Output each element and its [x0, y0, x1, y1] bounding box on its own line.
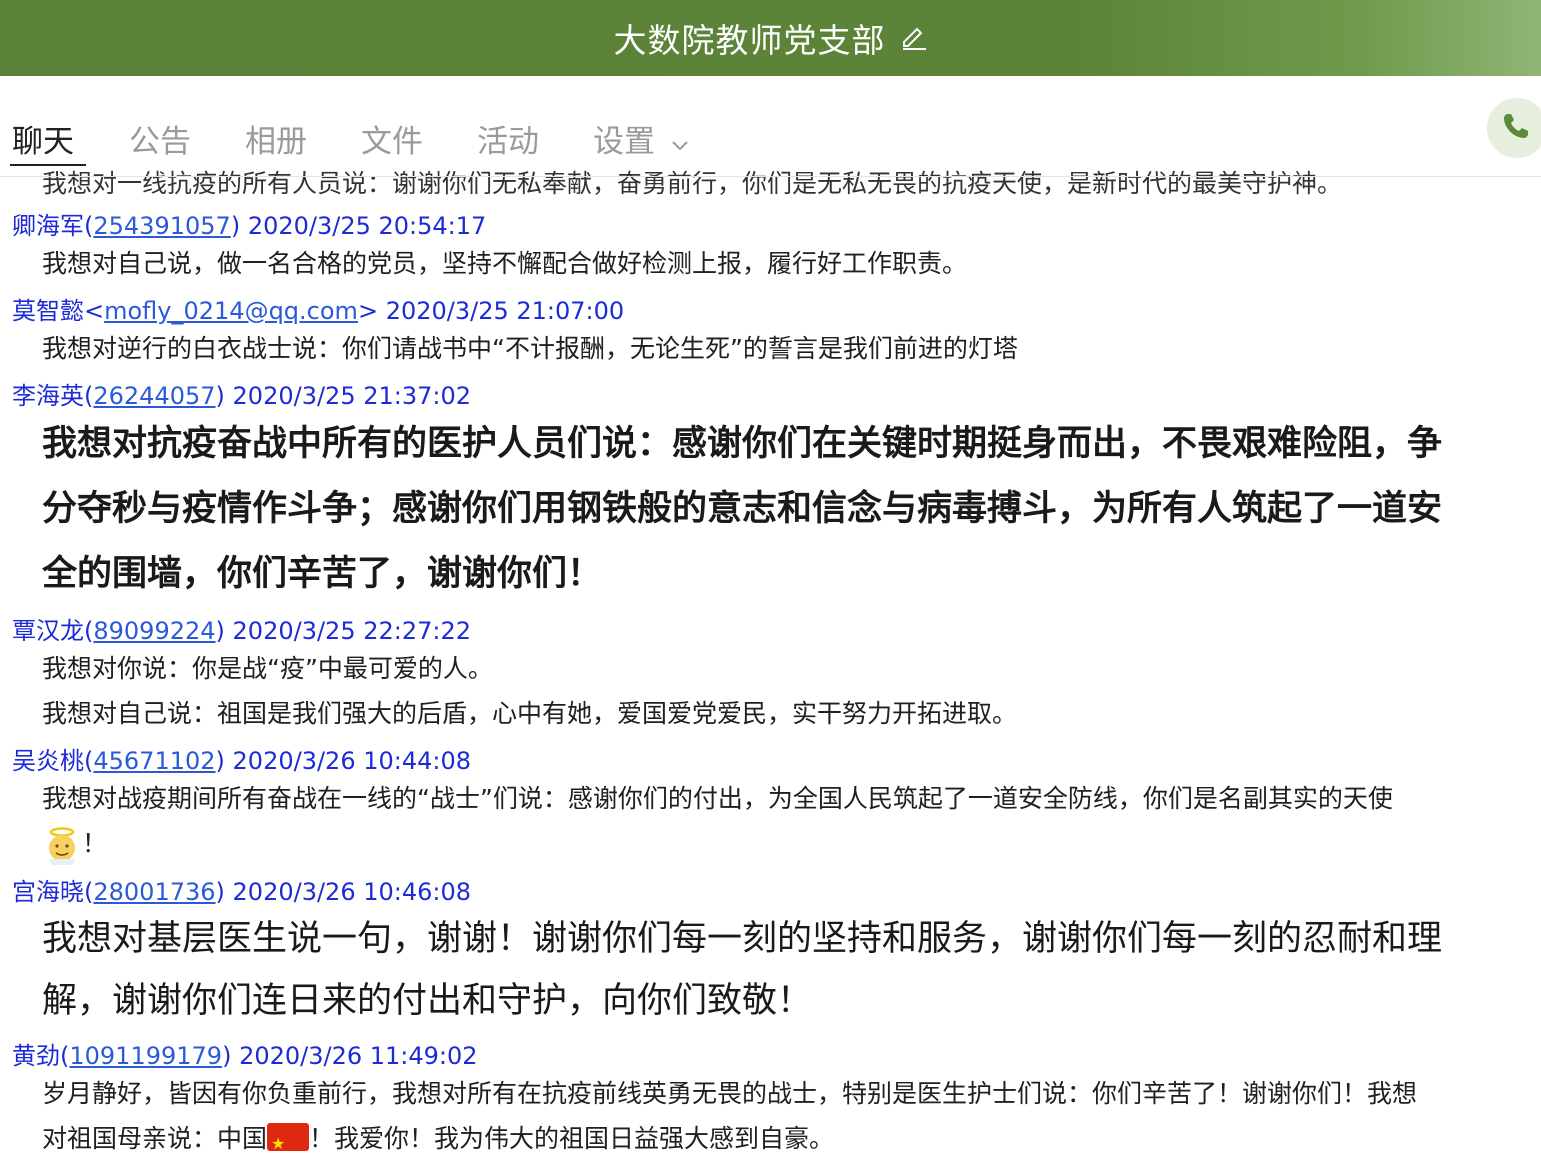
message-text: 我想对逆行的白衣战士说：你们请战书中“不计报酬，无论生死”的誓言是我们前进的灯塔	[42, 334, 1018, 363]
tab-album[interactable]: 相册	[245, 116, 307, 161]
message-line: ！	[42, 821, 1532, 866]
message-header: 宫海晓(28001736) 2020/3/26 10:46:08	[12, 878, 472, 906]
sender-id-link[interactable]: 254391057	[93, 212, 230, 240]
timestamp: 2020/3/25 21:37:02	[232, 382, 472, 410]
message-line: 我想对战疫期间所有奋战在一线的“战士”们说：感谢你们的付出，为全国人民筑起了一道…	[42, 784, 1393, 813]
sender-name: 卿海军	[12, 212, 84, 240]
message-line: 解，谢谢你们连日来的付出和守护，向你们致敬！	[42, 981, 813, 1021]
divider	[0, 176, 1541, 177]
message-line: 我想对基层医生说一句，谢谢！谢谢你们每一刻的坚持和服务，谢谢你们每一刻的忍耐和理	[42, 919, 1443, 959]
message-line: 对祖国母亲说：中国 ！我爱你！我为伟大的祖国日益强大感到自豪。	[42, 1116, 1532, 1166]
china-flag-icon	[267, 1121, 310, 1166]
phone-icon	[1501, 111, 1531, 145]
timestamp: 2020/3/26 11:49:02	[239, 1042, 478, 1070]
sender-name: 吴炎桃	[12, 747, 84, 775]
message-line: 分夺秒与疫情作斗争；感谢你们用钢铁般的意志和信念与病毒搏斗，为所有人筑起了一道安	[42, 489, 1443, 529]
message-header: 莫智懿<mofly_0214@qq.com> 2020/3/25 21:07:0…	[12, 297, 625, 325]
sender-id-link[interactable]: 1091199179	[69, 1042, 222, 1070]
timestamp: 2020/3/25 20:54:17	[247, 212, 487, 240]
tab-settings-wrap[interactable]: 设置	[593, 116, 690, 161]
message-text-tail: ！我爱你！我为伟大的祖国日益强大感到自豪。	[309, 1124, 835, 1153]
sender-name: 黄劲	[12, 1042, 60, 1070]
message-header: 卿海军(254391057) 2020/3/25 20:54:17	[12, 212, 487, 240]
timestamp: 2020/3/26 10:46:08	[232, 878, 472, 906]
message-line: 我想对你说：你是战“疫”中最可爱的人。	[42, 654, 493, 683]
message-header: 覃汉龙(89099224) 2020/3/25 22:27:22	[12, 617, 472, 645]
sender-name: 宫海晓	[12, 878, 84, 906]
message-line: 岁月静好，皆因有你负重前行，我想对所有在抗疫前线英勇无畏的战士，特别是医生护士们…	[42, 1079, 1418, 1108]
edit-title-icon[interactable]	[900, 24, 928, 52]
tab-settings[interactable]: 设置	[593, 124, 655, 160]
sender-id-link[interactable]: 28001736	[93, 878, 215, 906]
sender-id-link[interactable]: 45671102	[93, 747, 215, 775]
message-text: 我想对一线抗疫的所有人员说：谢谢你们无私奉献，奋勇前行，你们是无私无畏的抗疫天使…	[42, 169, 1343, 198]
tab-files[interactable]: 文件	[361, 116, 423, 161]
message-header: 吴炎桃(45671102) 2020/3/26 10:44:08	[12, 747, 472, 775]
timestamp: 2020/3/25 21:07:00	[385, 297, 625, 325]
sender-id-link[interactable]: 26244057	[93, 382, 215, 410]
message-line: 我想对抗疫奋战中所有的医护人员们说：感谢你们在关键时期挺身而出，不畏艰难险阻，争	[42, 424, 1443, 464]
message-header: 黄劲(1091199179) 2020/3/26 11:49:02	[12, 1042, 478, 1070]
message-line: 我想对自己说：祖国是我们强大的后盾，心中有她，爱国爱党爱民，实干努力开拓进取。	[42, 699, 1018, 728]
message-header: 李海英(26244057) 2020/3/25 21:37:02	[12, 382, 472, 410]
message-text: 我想对自己说，做一名合格的党员，坚持不懈配合做好检测上报，履行好工作职责。	[42, 249, 968, 278]
group-title: 大数院教师党支部	[613, 21, 886, 60]
sender-name: 莫智懿	[12, 297, 84, 325]
message-text: 岁月静好，皆因有你负重前行，我想对所有在抗疫前线英勇无畏的战士，特别是医生护士们…	[42, 1071, 1532, 1166]
message-text: 我想对战疫期间所有奋战在一线的“战士”们说：感谢你们的付出，为全国人民筑起了一道…	[42, 776, 1532, 866]
sender-email-link[interactable]: mofly_0214@qq.com	[104, 297, 358, 325]
message-text-head: 对祖国母亲说：中国	[42, 1124, 268, 1153]
message-text: 我想对抗疫奋战中所有的医护人员们说：感谢你们在关键时期挺身而出，不畏艰难险阻，争…	[42, 412, 1532, 607]
tab-activities[interactable]: 活动	[477, 116, 539, 161]
angel-emoji-icon	[42, 825, 82, 865]
message-text-tail: ！	[82, 829, 108, 858]
call-button[interactable]	[1487, 98, 1541, 158]
chevron-down-icon	[670, 138, 690, 157]
message-text: 我想对你说：你是战“疫”中最可爱的人。 我想对自己说：祖国是我们强大的后盾，心中…	[42, 646, 1532, 736]
message-text: 我想对基层医生说一句，谢谢！谢谢你们每一刻的坚持和服务，谢谢你们每一刻的忍耐和理…	[42, 908, 1532, 1032]
timestamp: 2020/3/25 22:27:22	[232, 617, 472, 645]
tab-chat[interactable]: 聊天	[12, 116, 74, 161]
title-bar: 大数院教师党支部	[0, 0, 1541, 76]
timestamp: 2020/3/26 10:44:08	[232, 747, 472, 775]
tab-announcements[interactable]: 公告	[129, 116, 191, 161]
message-line: 全的围墙，你们辛苦了，谢谢你们！	[42, 554, 603, 594]
sender-id-link[interactable]: 89099224	[93, 617, 215, 645]
sender-name: 李海英	[12, 382, 84, 410]
sender-name: 覃汉龙	[12, 617, 84, 645]
